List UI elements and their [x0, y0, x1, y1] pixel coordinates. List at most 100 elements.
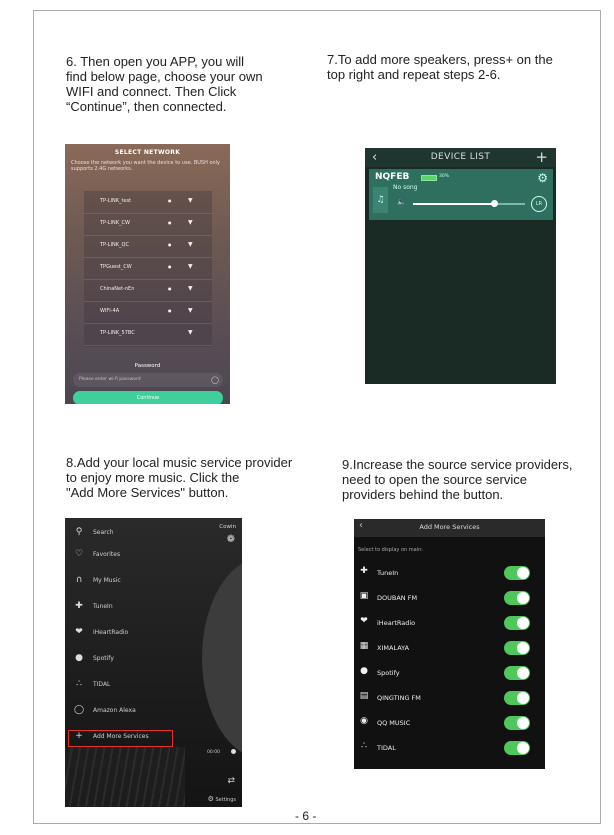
toggle-knob: [517, 717, 529, 729]
select-network-screen: SELECT NETWORK Choose the network you wa…: [65, 144, 230, 404]
song-title: No song: [393, 184, 418, 191]
toggle-knob: [517, 692, 529, 704]
service-row-tunein: ✚ TuneIn: [354, 562, 545, 584]
spotify-icon: ●: [360, 666, 368, 676]
tidal-icon: ∴: [361, 741, 367, 751]
menu-item-label: My Music: [93, 577, 121, 584]
menu-item-my-music[interactable]: ∩ My Music: [71, 572, 221, 592]
service-toggle[interactable]: [504, 741, 530, 755]
password-placeholder: Please enter wi-fi password: [79, 377, 141, 382]
menu-item-label: Search: [93, 529, 114, 536]
speaker-volume-icon[interactable]: 🔈: [397, 198, 406, 206]
service-row-iheartradio: ❤ iHeartRadio: [354, 612, 545, 634]
service-row-douban-fm: ▣ DOUBAN FM: [354, 587, 545, 609]
service-row-qq-music: ◉ QQ MUSIC: [354, 712, 545, 734]
device-list-title: DEVICE LIST: [430, 152, 491, 162]
service-toggle[interactable]: [504, 691, 530, 705]
network-item[interactable]: TP-LINK_57BC ▼: [84, 323, 212, 346]
toggle-knob: [517, 667, 529, 679]
repeat-icon[interactable]: ⇄: [227, 776, 235, 786]
service-label: iHeartRadio: [377, 619, 416, 627]
step8-caption: 8.Add your local music service provider …: [66, 455, 293, 500]
network-name: TPGuest_CW: [100, 264, 132, 270]
device-list-screen: ‹ DEVICE LIST + NQFEB 30% ⚙ ♫ No song 🔈 …: [365, 148, 556, 384]
menu-item-favorites[interactable]: ♡ Favorites: [71, 546, 221, 566]
step6-caption: 6. Then open you APP, you will find belo…: [66, 54, 263, 114]
toggle-knob: [517, 592, 529, 604]
service-toggle[interactable]: [504, 641, 530, 655]
service-label: Spotify: [377, 669, 400, 677]
menu-item-label: TIDAL: [93, 681, 111, 688]
device-card[interactable]: NQFEB 30% ⚙ ♫ No song 🔈 LR: [369, 169, 553, 220]
menu-item-iheartradio[interactable]: ❤ iHeartRadio: [71, 624, 221, 644]
network-item[interactable]: TP-LINK_CW ● ▼: [84, 213, 212, 236]
brand-label: Cowin: [219, 524, 236, 530]
iheartradio-icon: ❤: [75, 627, 83, 637]
service-label: QQ MUSIC: [377, 719, 411, 727]
service-row-qingting-fm: ▤ QINGTING FM: [354, 687, 545, 709]
douban-icon: ▣: [359, 591, 369, 601]
toggle-knob: [517, 642, 529, 654]
menu-item-label: iHeartRadio: [93, 629, 129, 636]
add-services-title: Add More Services: [419, 523, 480, 531]
settings-icon: ⚙: [207, 795, 214, 803]
battery-icon: [421, 175, 437, 181]
progress-dot[interactable]: [231, 749, 236, 754]
network-name: WIFI-4A: [100, 308, 120, 314]
service-toggle[interactable]: [504, 566, 530, 580]
network-name: TP-LINK_CW: [100, 220, 130, 226]
service-toggle[interactable]: [504, 716, 530, 730]
service-toggle[interactable]: [504, 666, 530, 680]
iheartradio-icon: ❤: [360, 616, 368, 626]
continue-button[interactable]: Continue: [73, 391, 223, 404]
network-name: TP-LINK_57BC: [100, 330, 135, 336]
tunein-icon: ✚: [75, 601, 83, 611]
lock-icon: ●: [168, 220, 172, 225]
menu-item-label: Amazon Alexa: [93, 707, 136, 714]
menu-item-amazon-alexa[interactable]: ◯ Amazon Alexa: [71, 702, 221, 722]
menu-item-search[interactable]: ⚲ Search: [71, 524, 221, 544]
network-item[interactable]: WIFI-4A ● ▼: [84, 301, 212, 324]
network-item[interactable]: TP-LINK_QC ● ▼: [84, 235, 212, 258]
service-row-ximalaya: ▦ XIMALAYA: [354, 637, 545, 659]
wifi-icon: ▼: [188, 307, 193, 314]
toggle-knob: [517, 617, 529, 629]
channel-badge[interactable]: LR: [531, 196, 547, 212]
add-speaker-plus-icon[interactable]: +: [535, 148, 548, 166]
device-name: NQFEB: [375, 172, 410, 182]
toggle-knob: [517, 567, 529, 579]
menu-item-tunein[interactable]: ✚ TuneIn: [71, 598, 221, 618]
wifi-icon: ▼: [188, 241, 193, 248]
network-item[interactable]: TP-LINK_test ● ▼: [84, 191, 212, 214]
volume-slider[interactable]: [413, 200, 525, 207]
menu-item-spotify[interactable]: ● Spotify: [71, 650, 221, 670]
menu-item-tidal[interactable]: ∴ TIDAL: [71, 676, 221, 696]
add-services-screen: ‹ Add More Services Select to display on…: [354, 519, 545, 769]
eye-icon[interactable]: ◯: [211, 373, 219, 387]
service-toggle[interactable]: [504, 591, 530, 605]
toggle-knob: [517, 742, 529, 754]
wifi-icon: ▼: [188, 263, 193, 270]
menu-item-label: Spotify: [93, 655, 114, 662]
playback-time: 00:00: [207, 750, 220, 755]
wifi-icon: ▼: [188, 219, 193, 226]
network-name: TP-LINK_test: [100, 198, 132, 204]
side-menu-screen: Cowin ❁ ⚲ Search ♡ Favorites ∩ My Music ✚ Tu…: [65, 518, 242, 807]
service-toggle[interactable]: [504, 616, 530, 630]
service-row-tidal: ∴ TIDAL: [354, 737, 545, 759]
settings-label: Settings: [215, 797, 236, 803]
password-input[interactable]: Please enter wi-fi password ◯: [73, 373, 223, 387]
music-note-icon: ♫: [373, 187, 388, 213]
network-item[interactable]: TPGuest_CW ● ▼: [84, 257, 212, 280]
menu-item-label: TuneIn: [93, 603, 113, 610]
volume-knob[interactable]: [490, 200, 498, 207]
tidal-icon: ∴: [76, 679, 82, 689]
service-label: QINGTING FM: [377, 694, 421, 702]
battery-percent: 30%: [439, 174, 450, 179]
settings-button[interactable]: ⚙ Settings: [208, 795, 236, 803]
ximalaya-icon: ▦: [359, 641, 369, 651]
lock-icon: ●: [168, 242, 172, 247]
gear-icon[interactable]: ⚙: [537, 171, 548, 185]
volume-fill: [413, 203, 494, 205]
network-item[interactable]: ChinaNet-nEn ● ▼: [84, 279, 212, 302]
